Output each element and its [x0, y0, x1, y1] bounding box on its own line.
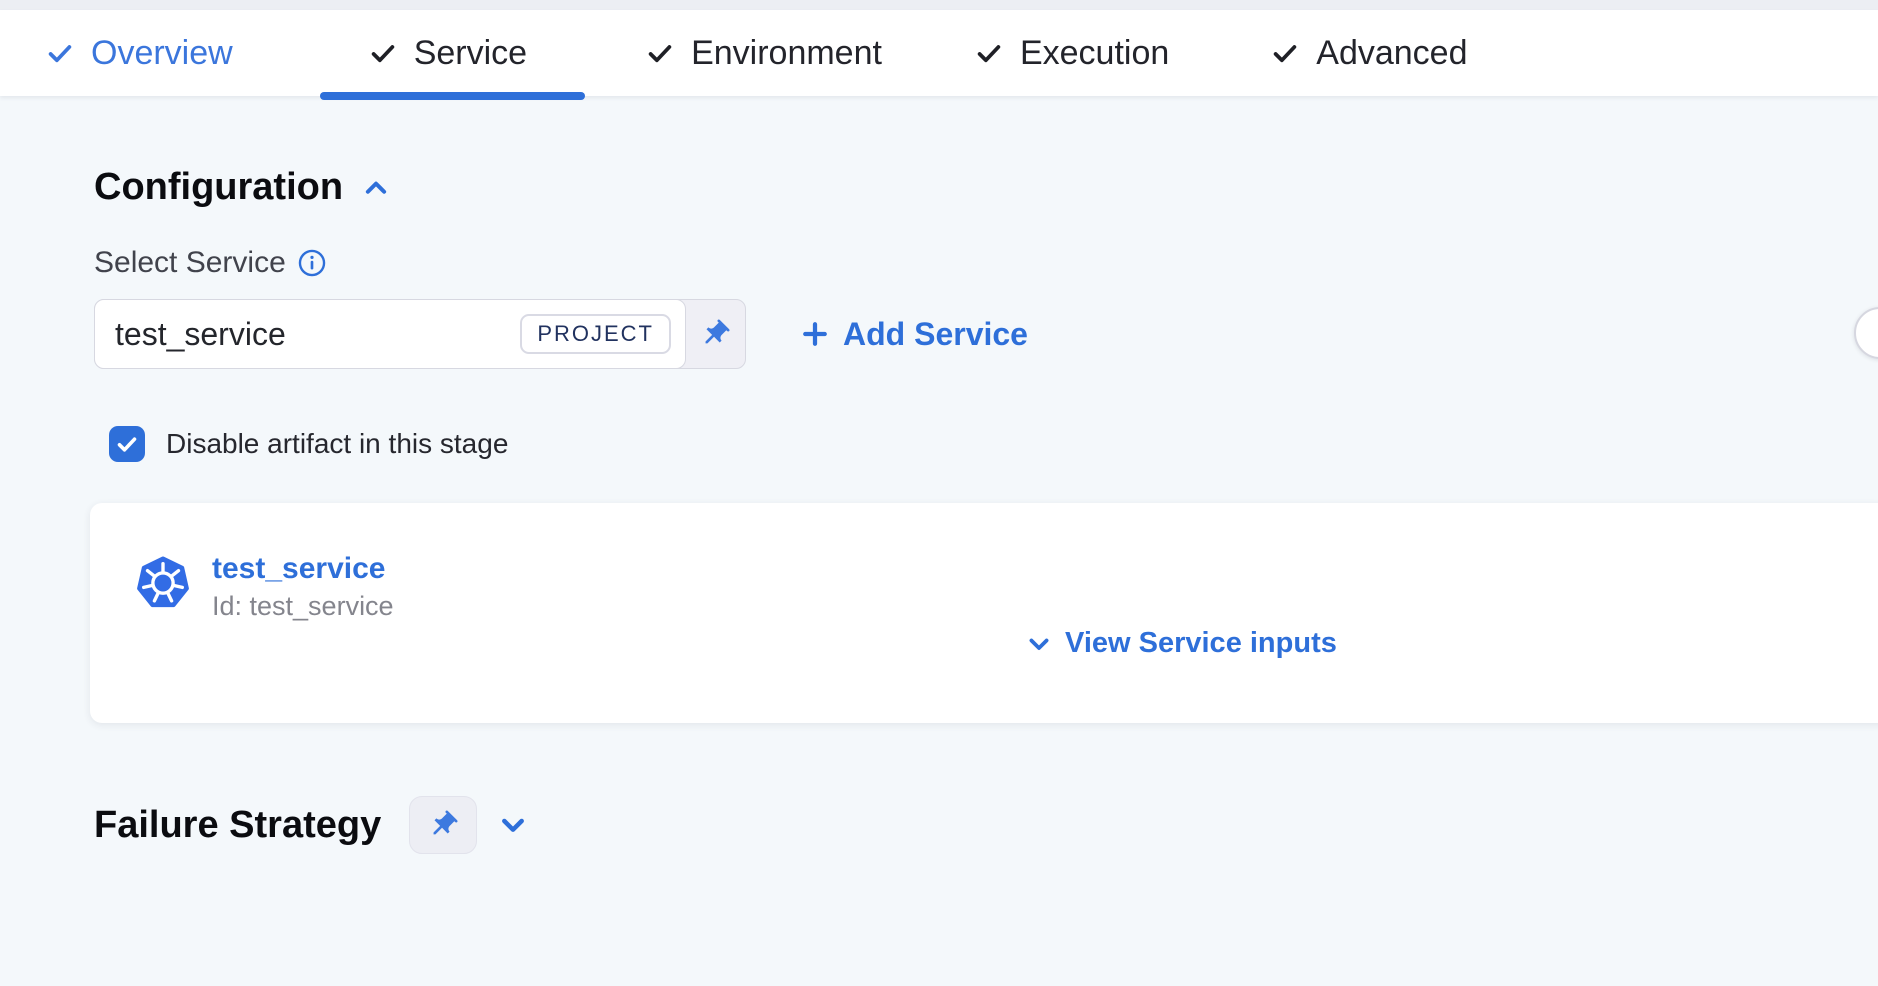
pin-toggle-button[interactable] — [409, 796, 477, 854]
pin-icon — [427, 809, 459, 841]
chevron-down-icon[interactable] — [497, 809, 529, 841]
stage-tabbar: Overview Service Environment Execution A… — [0, 10, 1878, 96]
kubernetes-icon — [136, 556, 190, 610]
failure-strategy-section: Failure Strategy — [94, 796, 529, 854]
check-icon — [115, 432, 139, 456]
view-service-inputs-label: View Service inputs — [1065, 627, 1337, 660]
service-input-value: test_service — [115, 316, 520, 353]
disable-artifact-checkbox[interactable] — [109, 426, 145, 462]
check-icon — [1270, 38, 1300, 68]
disable-artifact-row[interactable]: Disable artifact in this stage — [109, 426, 508, 462]
tab-label: Execution — [1020, 34, 1169, 73]
plus-icon — [800, 319, 830, 349]
configuration-heading: Configuration — [94, 166, 391, 209]
pin-icon — [699, 318, 731, 350]
tab-environment[interactable]: Environment — [645, 10, 882, 96]
chevron-up-icon[interactable] — [361, 173, 391, 203]
check-icon — [45, 38, 75, 68]
scope-badge: PROJECT — [520, 314, 671, 354]
add-service-label: Add Service — [843, 316, 1028, 353]
check-icon — [368, 38, 398, 68]
tab-label: Service — [414, 34, 527, 73]
info-icon[interactable] — [298, 249, 326, 277]
help-button-partial[interactable] — [1854, 307, 1878, 359]
tab-overview[interactable]: Overview — [45, 10, 233, 96]
tab-label: Environment — [691, 34, 882, 73]
configuration-title: Configuration — [94, 166, 343, 209]
disable-artifact-label: Disable artifact in this stage — [166, 428, 508, 460]
top-strip — [0, 0, 1878, 10]
tab-service[interactable]: Service — [368, 10, 527, 96]
service-id-text: Id: test_service — [212, 591, 394, 622]
service-select-control: test_service PROJECT — [94, 299, 746, 369]
service-card: test_service Id: test_service View Servi… — [90, 503, 1878, 723]
view-service-inputs-toggle[interactable]: View Service inputs — [1025, 627, 1337, 660]
tab-advanced[interactable]: Advanced — [1270, 10, 1467, 96]
tab-label: Advanced — [1316, 34, 1467, 73]
service-name-link[interactable]: test_service — [212, 552, 385, 586]
chevron-down-icon — [1025, 630, 1053, 658]
pin-service-button[interactable] — [685, 300, 745, 368]
check-icon — [974, 38, 1004, 68]
select-service-row: Select Service — [94, 246, 326, 280]
select-service-label: Select Service — [94, 246, 286, 280]
failure-strategy-heading: Failure Strategy — [94, 804, 381, 847]
add-service-button[interactable]: Add Service — [800, 299, 1028, 369]
tab-execution[interactable]: Execution — [974, 10, 1169, 96]
check-icon — [645, 38, 675, 68]
service-select-input[interactable]: test_service PROJECT — [94, 299, 686, 369]
tab-label: Overview — [91, 34, 233, 73]
